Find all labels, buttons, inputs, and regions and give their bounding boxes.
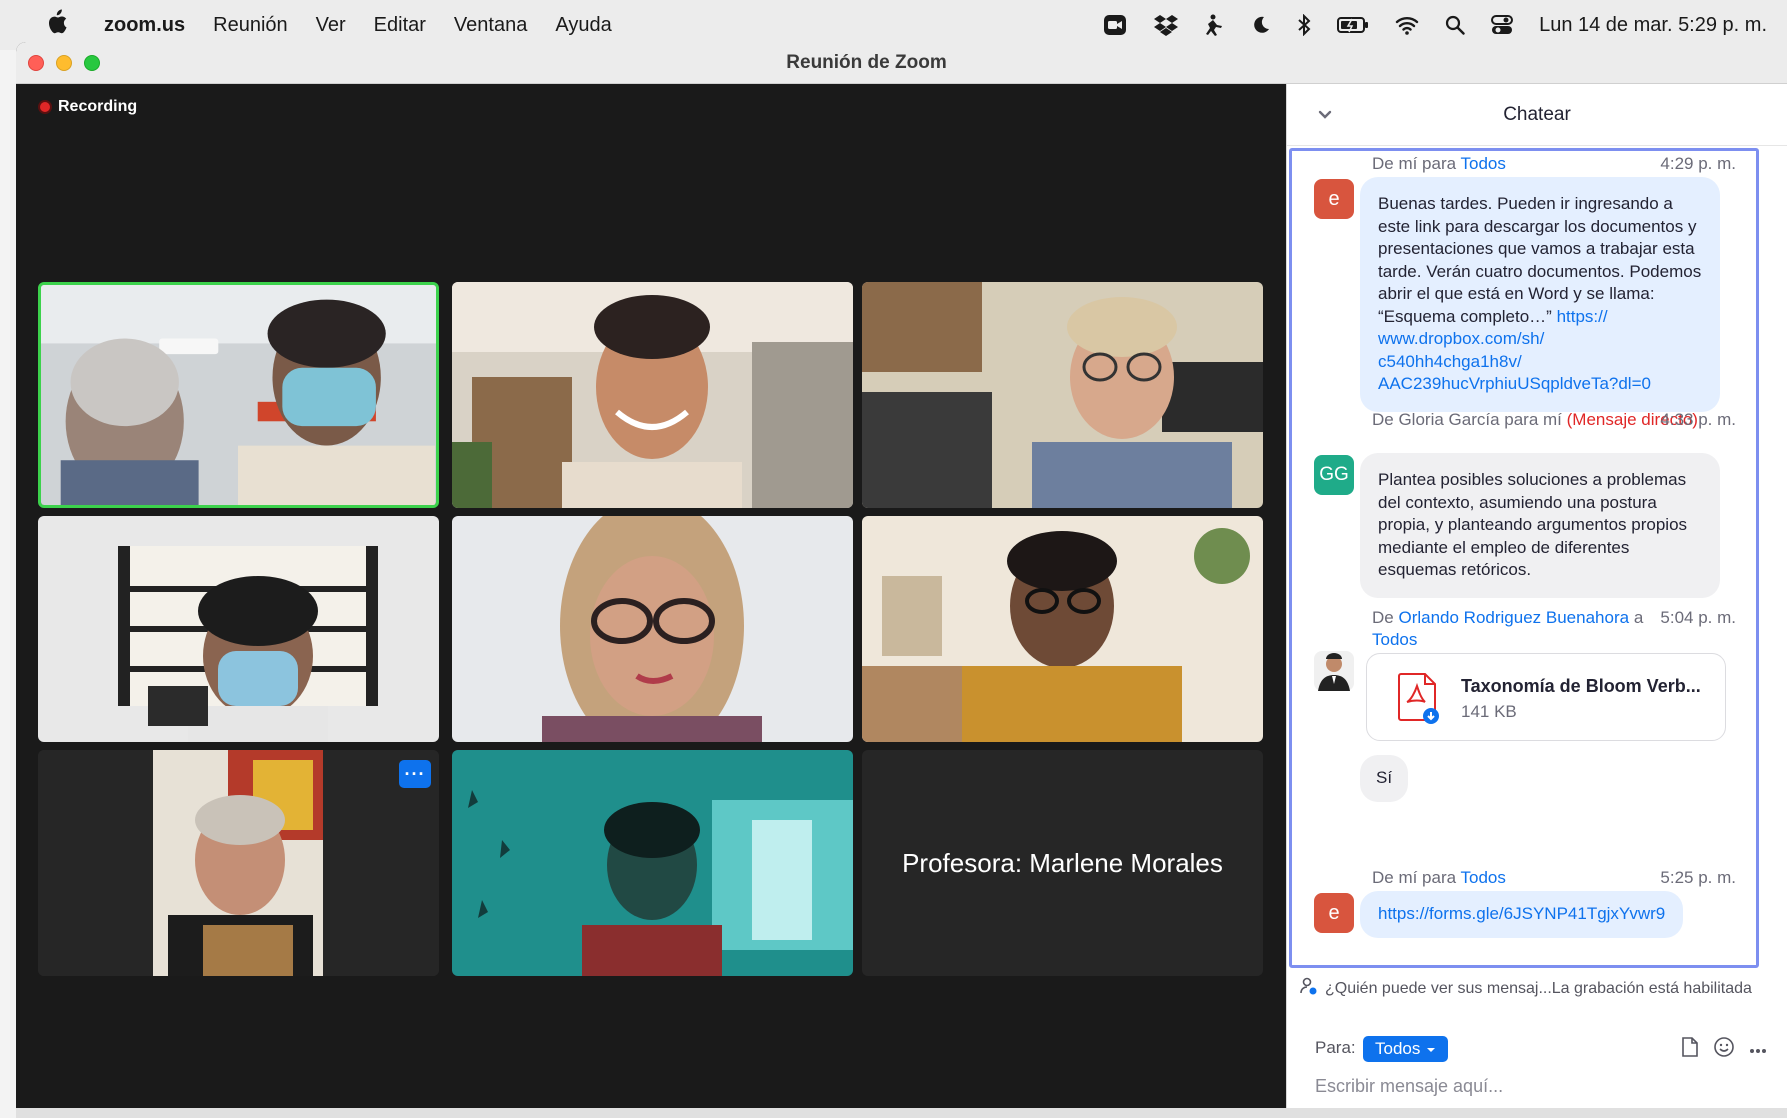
participant-video-4[interactable] <box>38 516 439 742</box>
participant-name: Profesora: Marlene Morales <box>902 847 1223 878</box>
message-to-link[interactable]: Todos <box>1461 868 1506 887</box>
more-icon[interactable] <box>1749 1041 1767 1059</box>
pdf-file-icon <box>1397 672 1441 724</box>
file-icon[interactable] <box>1681 1036 1699 1063</box>
recording-dot-icon <box>38 100 52 114</box>
message-to-prefix: a <box>1633 608 1644 627</box>
chevron-down-icon[interactable] <box>1315 104 1335 124</box>
menu-ver[interactable]: Ver <box>316 14 346 37</box>
message-from-prefix: De <box>1372 608 1394 627</box>
message-input[interactable]: Escribir mensaje aquí... <box>1315 1076 1503 1097</box>
message-from: De Gloria García para mí <box>1372 410 1562 429</box>
message-time: 4:33 p. m. <box>1660 410 1736 429</box>
message-bubble[interactable]: Buenas tardes. Pueden ir ingresando a es… <box>1360 177 1720 412</box>
participant-video-5[interactable] <box>452 516 853 742</box>
dropbox-icon[interactable] <box>1153 14 1179 36</box>
menu-clock[interactable]: Lun 14 de mar. 5:29 p. m. <box>1539 14 1767 37</box>
chat-messages[interactable]: De mí para Todos 4:29 p. m. e Buenas tar… <box>1289 148 1759 968</box>
participant-video-6[interactable] <box>862 516 1263 742</box>
menu-ventana[interactable]: Ventana <box>454 14 527 37</box>
accessibility-icon[interactable] <box>1205 14 1225 36</box>
to-label: Para: <box>1315 1038 1356 1057</box>
video-frame <box>452 282 853 508</box>
recipient-value: Todos <box>1375 1039 1421 1058</box>
wifi-icon[interactable] <box>1395 15 1419 35</box>
minimize-window-button[interactable] <box>56 55 72 71</box>
message-from: De mí para <box>1372 154 1457 173</box>
message-time: 5:25 p. m. <box>1660 868 1736 887</box>
file-attachment[interactable]: Taxonomía de Bloom Verb... 141 KB <box>1366 653 1726 741</box>
message-bubble[interactable]: https://forms.gle/6JSYNP41TgjxYvwr9 <box>1360 891 1684 938</box>
video-frame <box>452 516 853 742</box>
message-bubble[interactable]: Sí <box>1360 755 1409 802</box>
video-gallery: Recording ··· Profesora: Marlene Morales <box>16 84 1286 1118</box>
zoom-camera-icon[interactable] <box>1103 14 1127 36</box>
bluetooth-icon[interactable] <box>1297 14 1311 36</box>
recording-label: Recording <box>58 98 138 115</box>
chat-composer: Para: Todos Escribir mensaje aquí... <box>1287 1014 1787 1118</box>
close-window-button[interactable] <box>28 55 44 71</box>
menu-editar[interactable]: Editar <box>374 14 426 37</box>
message-meta: De mí para Todos 5:25 p. m. <box>1372 867 1746 889</box>
window-title: Reunión de Zoom <box>786 51 947 73</box>
caret-down-icon <box>1426 1039 1436 1059</box>
chat-header: Chatear <box>1287 84 1787 146</box>
participant-video-3[interactable] <box>862 282 1263 508</box>
apple-icon[interactable] <box>44 8 68 42</box>
zoom-window-button[interactable] <box>84 55 100 71</box>
menu-app-name[interactable]: zoom.us <box>104 14 185 37</box>
video-frame <box>38 516 439 742</box>
zoom-window: Reunión de Zoom Recording ··· Profesora:… <box>16 42 1787 1118</box>
recording-indicator[interactable]: Recording <box>38 98 137 116</box>
message-meta: De Gloria García para mí (Mensaje direct… <box>1372 409 1746 431</box>
video-frame <box>862 516 1263 742</box>
desktop-strip <box>16 1108 1787 1118</box>
control-center-icon[interactable] <box>1491 15 1514 35</box>
message-meta: De Orlando Rodriguez Buenahora a 5:04 p.… <box>1372 607 1746 651</box>
message-text: Plantea posibles soluciones a problemas … <box>1378 470 1688 579</box>
message-time: 4:29 p. m. <box>1660 154 1736 173</box>
avatar: e <box>1314 893 1354 933</box>
moon-icon[interactable] <box>1251 15 1271 35</box>
file-size: 141 KB <box>1461 702 1517 721</box>
avatar-photo <box>1314 651 1354 691</box>
user-visibility-icon <box>1299 976 1319 1001</box>
window-controls <box>28 55 100 71</box>
chat-panel: Chatear De mí para Todos 4:29 p. m. e Bu… <box>1286 84 1787 1118</box>
chat-title: Chatear <box>1503 103 1571 125</box>
avatar: e <box>1314 179 1354 219</box>
message-time: 5:04 p. m. <box>1660 608 1736 627</box>
message-meta: De mí para Todos 4:29 p. m. <box>1372 153 1746 175</box>
notice-text: ¿Quién puede ver sus mensaj...La grabaci… <box>1325 979 1752 997</box>
video-frame <box>862 282 1263 508</box>
forms-link[interactable]: https://forms.gle/6JSYNP41TgjxYvwr9 <box>1378 904 1665 923</box>
message-bubble[interactable]: Plantea posibles soluciones a problemas … <box>1360 453 1720 598</box>
menu-reunion[interactable]: Reunión <box>213 14 288 37</box>
chat-visibility-notice[interactable]: ¿Quién puede ver sus mensaj...La grabaci… <box>1299 976 1752 1001</box>
window-titlebar: Reunión de Zoom <box>16 42 1787 84</box>
message-to-link[interactable]: Todos <box>1372 630 1417 649</box>
more-options-button[interactable]: ··· <box>399 760 431 788</box>
message-from: De mí para <box>1372 868 1457 887</box>
search-icon[interactable] <box>1445 15 1465 35</box>
emoji-icon[interactable] <box>1713 1036 1735 1063</box>
battery-icon[interactable] <box>1337 16 1369 34</box>
avatar: GG <box>1314 455 1354 495</box>
participant-video-1[interactable] <box>38 282 439 508</box>
message-sender-link[interactable]: Orlando Rodriguez Buenahora <box>1398 608 1629 627</box>
video-frame <box>452 750 853 976</box>
message-text: Buenas tardes. Pueden ir ingresando a es… <box>1378 194 1702 326</box>
participant-video-7[interactable]: ··· <box>38 750 439 976</box>
video-frame <box>41 285 436 505</box>
participant-name-card[interactable]: Profesora: Marlene Morales <box>862 750 1263 976</box>
video-frame <box>38 750 439 976</box>
file-name: Taxonomía de Bloom Verb... <box>1461 676 1701 696</box>
composer-tools <box>1681 1036 1767 1063</box>
recipient-dropdown[interactable]: Todos <box>1363 1036 1449 1062</box>
menu-ayuda[interactable]: Ayuda <box>555 14 611 37</box>
message-text: Sí <box>1376 768 1393 787</box>
participant-video-8[interactable] <box>452 750 853 976</box>
participant-video-2[interactable] <box>452 282 853 508</box>
message-to-link[interactable]: Todos <box>1461 154 1506 173</box>
